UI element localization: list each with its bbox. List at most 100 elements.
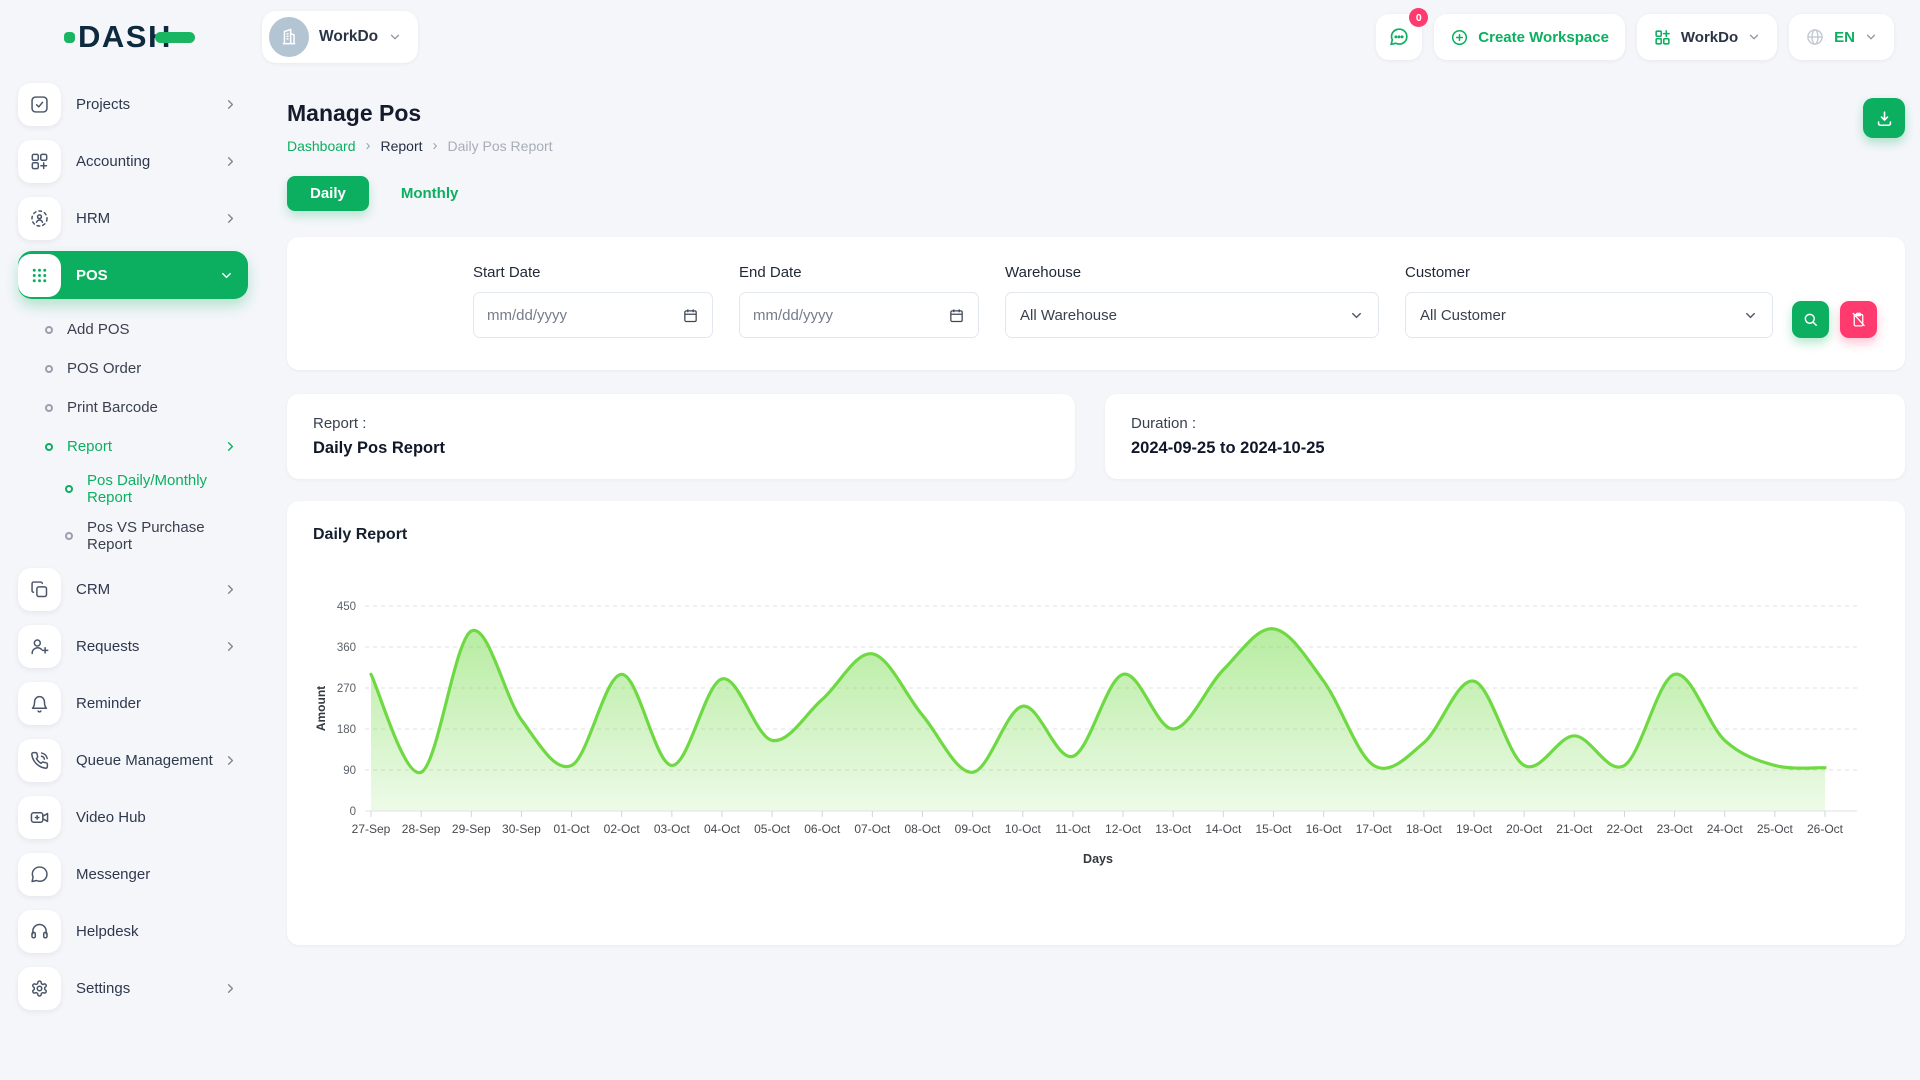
globe-icon <box>1805 27 1825 47</box>
dot-icon <box>45 443 53 451</box>
sidebar-item-accounting[interactable]: Accounting <box>18 137 248 185</box>
sidebar-item-pos[interactable]: POS <box>18 251 248 299</box>
daily-report-chart[interactable]: 09018027036045027-Sep28-Sep29-Sep30-Sep0… <box>313 596 1879 888</box>
duration-summary-card: Duration : 2024-09-25 to 2024-10-25 <box>1105 394 1905 479</box>
sidebar-subitem-label: POS Order <box>67 360 141 377</box>
svg-text:24-Oct: 24-Oct <box>1707 822 1744 836</box>
svg-text:04-Oct: 04-Oct <box>704 822 741 836</box>
sidebar-subitem-report[interactable]: Report <box>18 427 248 466</box>
breadcrumb-daily-pos-report: Daily Pos Report <box>448 138 553 154</box>
svg-text:11-Oct: 11-Oct <box>1055 822 1091 836</box>
svg-text:02-Oct: 02-Oct <box>604 822 641 836</box>
sidebar-item-reminder[interactable]: Reminder <box>18 679 248 727</box>
page-title: Manage Pos <box>287 100 553 127</box>
svg-text:22-Oct: 22-Oct <box>1606 822 1643 836</box>
chevron-down-icon <box>1747 30 1761 44</box>
calendar-icon[interactable] <box>682 307 699 324</box>
download-icon <box>1875 109 1894 128</box>
sidebar-item-crm[interactable]: CRM <box>18 565 248 613</box>
copy-windows-icon <box>18 568 61 611</box>
sidebar-item-projects[interactable]: Projects <box>18 80 248 128</box>
tab-monthly[interactable]: Monthly <box>397 176 463 211</box>
workspace-avatar <box>269 17 309 57</box>
sidebar-item-label: Reminder <box>76 695 141 712</box>
svg-text:06-Oct: 06-Oct <box>804 822 841 836</box>
svg-text:10-Oct: 10-Oct <box>1005 822 1042 836</box>
warehouse-select[interactable]: All Warehouse <box>1005 292 1379 338</box>
svg-text:20-Oct: 20-Oct <box>1506 822 1543 836</box>
sidebar-item-requests[interactable]: Requests <box>18 622 248 670</box>
sidebar-item-video-hub[interactable]: Video Hub <box>18 793 248 841</box>
sidebar-item-label: Helpdesk <box>76 923 139 940</box>
sidebar-subitem-label: Pos Daily/Monthly Report <box>87 472 227 507</box>
chevron-right-icon <box>223 97 238 112</box>
svg-text:07-Oct: 07-Oct <box>854 822 891 836</box>
download-report-button[interactable] <box>1863 98 1905 138</box>
x-axis-title: Days <box>1083 852 1113 866</box>
svg-text:90: 90 <box>343 765 356 777</box>
search-button[interactable] <box>1792 301 1829 338</box>
app-logo[interactable]: DASH <box>64 19 195 55</box>
report-summary-card: Report : Daily Pos Report <box>287 394 1075 479</box>
sidebar-subitem-print-barcode[interactable]: Print Barcode <box>18 388 248 427</box>
svg-text:09-Oct: 09-Oct <box>955 822 992 836</box>
svg-text:450: 450 <box>337 601 356 613</box>
sidebar-item-hrm[interactable]: HRM <box>18 194 248 242</box>
account-menu[interactable]: WorkDo <box>1637 14 1777 60</box>
dot-icon <box>45 404 53 412</box>
chevron-right-icon <box>223 639 238 654</box>
svg-text:08-Oct: 08-Oct <box>905 822 942 836</box>
report-mode-tabs: Daily Monthly <box>287 176 1905 211</box>
customer-select[interactable]: All Customer <box>1405 292 1773 338</box>
y-axis-title: Amount <box>314 686 328 731</box>
end-date-input[interactable]: mm/dd/yyyy <box>739 292 979 338</box>
svg-text:05-Oct: 05-Oct <box>754 822 791 836</box>
sidebar-item-label: CRM <box>76 581 110 598</box>
filter-panel: Start Date mm/dd/yyyy End Date mm/dd/yyy… <box>287 237 1905 370</box>
breadcrumb-dashboard[interactable]: Dashboard <box>287 138 356 154</box>
breadcrumb-report[interactable]: Report <box>381 138 423 154</box>
sidebar-subitem-add-pos[interactable]: Add POS <box>18 310 248 349</box>
sidebar-item-settings[interactable]: Settings <box>18 964 248 1012</box>
logo-dot-icon <box>64 32 75 43</box>
plus-circle-icon <box>1450 28 1469 47</box>
breadcrumb-separator: › <box>433 137 438 154</box>
svg-text:23-Oct: 23-Oct <box>1657 822 1694 836</box>
svg-text:26-Oct: 26-Oct <box>1807 822 1844 836</box>
svg-text:03-Oct: 03-Oct <box>654 822 691 836</box>
chevron-down-icon <box>1743 308 1758 323</box>
svg-text:13-Oct: 13-Oct <box>1155 822 1192 836</box>
sidebar-nav: Projects Accounting HRM POS Add POS POS Order… <box>0 74 262 1080</box>
svg-text:17-Oct: 17-Oct <box>1356 822 1393 836</box>
sidebar-item-label: Settings <box>76 980 130 997</box>
tab-daily[interactable]: Daily <box>287 176 369 211</box>
messages-button[interactable]: 0 <box>1376 14 1422 60</box>
duration-label: Duration : <box>1131 415 1879 432</box>
sidebar-item-helpdesk[interactable]: Helpdesk <box>18 907 248 955</box>
sidebar-subitem-label: Pos VS Purchase Report <box>87 519 227 554</box>
sidebar-subitem-label: Print Barcode <box>67 399 158 416</box>
language-menu[interactable]: EN <box>1789 14 1894 60</box>
messages-badge: 0 <box>1409 8 1428 27</box>
sidebar-item-messenger[interactable]: Messenger <box>18 850 248 898</box>
sidebar-subitem-pos-vs-purchase-report[interactable]: Pos VS Purchase Report <box>38 513 248 560</box>
svg-text:29-Sep: 29-Sep <box>452 822 491 836</box>
svg-text:360: 360 <box>337 642 356 654</box>
calendar-icon[interactable] <box>948 307 965 324</box>
reset-filter-button[interactable] <box>1840 301 1877 338</box>
create-workspace-button[interactable]: Create Workspace <box>1434 14 1625 60</box>
chevron-right-icon <box>223 582 238 597</box>
workspace-switcher[interactable]: WorkDo <box>262 11 418 63</box>
svg-text:19-Oct: 19-Oct <box>1456 822 1493 836</box>
sidebar-item-label: Queue Management <box>76 752 213 769</box>
svg-text:180: 180 <box>337 724 356 736</box>
dot-icon <box>45 365 53 373</box>
sidebar-subitem-pos-order[interactable]: POS Order <box>18 349 248 388</box>
workspace-name: WorkDo <box>319 28 378 46</box>
sidebar-subitem-pos-daily-monthly-report[interactable]: Pos Daily/Monthly Report <box>38 466 248 513</box>
svg-text:21-Oct: 21-Oct <box>1556 822 1593 836</box>
user-plus-icon <box>18 625 61 668</box>
sidebar-item-queue-management[interactable]: Queue Management <box>18 736 248 784</box>
start-date-input[interactable]: mm/dd/yyyy <box>473 292 713 338</box>
dot-icon <box>45 326 53 334</box>
